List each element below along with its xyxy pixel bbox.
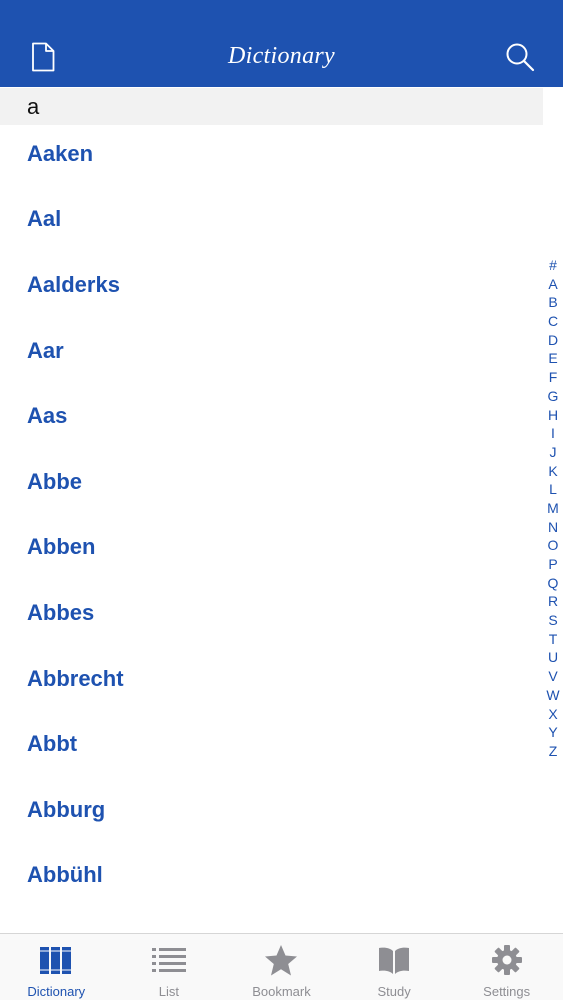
- word-label: Abbrecht: [27, 665, 124, 691]
- tab-label: Settings: [483, 984, 531, 999]
- tab-bookmark[interactable]: Bookmark: [225, 934, 338, 1000]
- index-letter[interactable]: F: [543, 368, 563, 387]
- index-letter[interactable]: E: [543, 349, 563, 368]
- section-header: a: [0, 88, 543, 125]
- list-item[interactable]: Abbühl: [0, 847, 540, 913]
- tab-list[interactable]: List: [113, 934, 226, 1000]
- word-list: Aaken Aal Aalderks Aar Aas Abbe Abben Abbes Abbr…: [0, 125, 540, 912]
- gear-icon: [489, 943, 525, 977]
- index-letter[interactable]: P: [543, 555, 563, 574]
- index-letter[interactable]: D: [543, 331, 563, 350]
- list-item[interactable]: Aal: [0, 191, 540, 257]
- books-icon: [38, 943, 74, 977]
- section-title: a: [27, 94, 40, 119]
- list-item[interactable]: Aar: [0, 322, 540, 388]
- word-label: Aalderks: [27, 271, 120, 297]
- index-letter[interactable]: H: [543, 406, 563, 425]
- word-label: Abbe: [27, 468, 82, 494]
- index-letter[interactable]: V: [543, 667, 563, 686]
- index-letter[interactable]: A: [543, 275, 563, 294]
- list-item[interactable]: Abbe: [0, 453, 540, 519]
- list-item[interactable]: Abben: [0, 519, 540, 585]
- tab-settings[interactable]: Settings: [450, 934, 563, 1000]
- index-letter[interactable]: S: [543, 611, 563, 630]
- nav-bar: Dictionary: [0, 0, 563, 87]
- list-item[interactable]: Aas: [0, 387, 540, 453]
- list-item[interactable]: Abbes: [0, 584, 540, 650]
- index-letter[interactable]: L: [543, 480, 563, 499]
- page-title: Dictionary: [228, 43, 335, 69]
- dictionary-screen: Dictionary a Aaken Aal Aalderks Aar Aas Abbe A…: [0, 0, 563, 1000]
- index-letter[interactable]: U: [543, 648, 563, 667]
- word-label: Abburg: [27, 796, 106, 822]
- index-letter[interactable]: Z: [543, 742, 563, 761]
- index-letter[interactable]: #: [543, 256, 563, 275]
- word-label: Abbühl: [27, 862, 103, 888]
- word-label: Abbes: [27, 599, 95, 625]
- tab-dictionary[interactable]: Dictionary: [0, 934, 113, 1000]
- star-icon: [263, 943, 299, 977]
- index-letter[interactable]: N: [543, 518, 563, 537]
- tab-label: Dictionary: [27, 984, 86, 999]
- word-label: Aaken: [27, 140, 94, 166]
- list-item[interactable]: Aalderks: [0, 256, 540, 322]
- index-letter[interactable]: Y: [543, 723, 563, 742]
- word-label: Abbt: [27, 731, 78, 757]
- tab-label: Bookmark: [252, 984, 311, 999]
- word-label: Aar: [27, 337, 64, 363]
- index-letter[interactable]: B: [543, 293, 563, 312]
- tab-label: List: [158, 984, 179, 999]
- list-item[interactable]: Aaken: [0, 125, 540, 191]
- index-letter[interactable]: K: [543, 462, 563, 481]
- index-letter[interactable]: T: [543, 630, 563, 649]
- index-letter[interactable]: X: [543, 705, 563, 724]
- list-item[interactable]: Abbt: [0, 715, 540, 781]
- tab-bar: Dictionary List Bookmark Study Settings: [0, 933, 563, 1000]
- word-label: Abben: [27, 534, 96, 560]
- list-item[interactable]: Abburg: [0, 781, 540, 847]
- index-letter[interactable]: R: [543, 592, 563, 611]
- index-letter[interactable]: I: [543, 424, 563, 443]
- index-letter[interactable]: C: [543, 312, 563, 331]
- tab-study[interactable]: Study: [338, 934, 451, 1000]
- list-icon: [151, 943, 187, 977]
- alphabet-index[interactable]: # A B C D E F G H I J K L M N O P Q R S T U V W X Y Z: [543, 256, 563, 761]
- index-letter[interactable]: G: [543, 387, 563, 406]
- index-letter[interactable]: M: [543, 499, 563, 518]
- word-label: Aal: [27, 206, 62, 232]
- word-label: Aas: [27, 403, 68, 429]
- index-letter[interactable]: O: [543, 536, 563, 555]
- index-letter[interactable]: Q: [543, 574, 563, 593]
- open-book-icon: [376, 943, 412, 977]
- search-icon[interactable]: [504, 40, 536, 74]
- index-letter[interactable]: J: [543, 443, 563, 462]
- tab-label: Study: [377, 984, 411, 999]
- index-letter[interactable]: W: [543, 686, 563, 705]
- list-item[interactable]: Abbrecht: [0, 650, 540, 716]
